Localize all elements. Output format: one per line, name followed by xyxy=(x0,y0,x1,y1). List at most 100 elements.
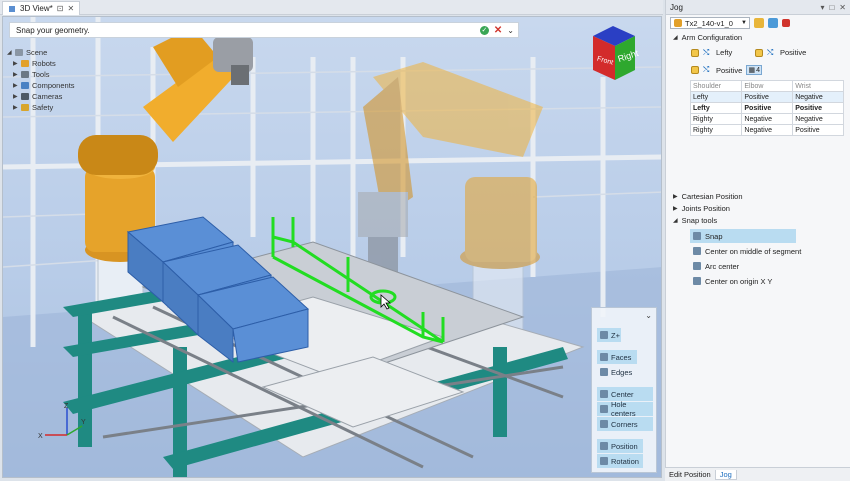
lock-icon[interactable] xyxy=(691,48,699,57)
cancel-icon[interactable]: ✕ xyxy=(494,25,502,35)
snap-tools-label: Snap tools xyxy=(681,216,718,225)
hole-centers-label: Hole centers xyxy=(610,400,636,418)
faces-icon xyxy=(600,353,608,361)
expand-arrow-icon[interactable]: ◢ xyxy=(673,34,678,41)
tree-item-cameras[interactable]: ▶ Cameras xyxy=(7,91,75,102)
delete-icon[interactable] xyxy=(782,19,790,27)
tool-icon xyxy=(21,71,29,78)
cube-icon xyxy=(9,5,15,12)
tree-item-components[interactable]: ▶ Components xyxy=(7,80,75,91)
tree-item-robots[interactable]: ▶ Robots xyxy=(7,58,75,69)
joints-position-header[interactable]: ▶ Joints Position xyxy=(673,204,730,213)
axis-z-plus-label: Z+ xyxy=(611,330,620,340)
confirm-icon[interactable]: ✓ xyxy=(479,25,489,35)
snap-tool-label: Center on middle of segment xyxy=(705,246,802,256)
flip-icon[interactable]: ⤭ xyxy=(703,48,712,57)
joints-position-label: Joints Position xyxy=(681,204,730,213)
snap-tools-header[interactable]: ◢ Snap tools xyxy=(673,216,717,225)
expand-arrow-icon[interactable]: ▶ xyxy=(13,82,21,89)
expand-arrow-icon[interactable]: ▶ xyxy=(13,60,21,67)
expand-arrow-icon[interactable]: ▶ xyxy=(13,93,21,100)
expand-arrow-icon[interactable]: ◢ xyxy=(7,49,15,56)
tab-edit-position[interactable]: Edit Position xyxy=(665,470,715,479)
axis-z-plus-button[interactable]: Z+ xyxy=(597,328,621,342)
3d-viewport[interactable]: Snap your geometry. ✓ ✕ ⌄ ◢ Scene ▶ Robo… xyxy=(2,16,662,478)
table-cell: Negative xyxy=(792,113,844,125)
snap-palette: ⌄ Z+ Faces Edges Center Hole centers Cor… xyxy=(591,307,657,473)
pin-icon[interactable]: ⊡ xyxy=(57,4,64,13)
expand-arrow-icon[interactable]: ▶ xyxy=(13,71,21,78)
scene-tree: ◢ Scene ▶ Robots ▶ Tools ▶ Components ▶ … xyxy=(7,47,75,113)
faces-button[interactable]: Faces xyxy=(597,350,637,364)
edges-button[interactable]: Edges xyxy=(597,365,637,379)
cartesian-position-header[interactable]: ▶ Cartesian Position xyxy=(673,192,743,201)
dropdown-icon[interactable]: ▾ xyxy=(820,3,824,12)
scene-render xyxy=(3,17,661,477)
position-label: Position xyxy=(611,441,638,451)
lock-icon[interactable] xyxy=(755,48,763,57)
corners-button[interactable]: Corners xyxy=(597,417,653,431)
expand-arrow-icon[interactable]: ▶ xyxy=(673,205,678,212)
expand-arrow-icon[interactable]: ▶ xyxy=(673,193,678,200)
robot-select[interactable]: Tx2_140-v1_0 ▼ xyxy=(670,17,750,29)
lock-icon[interactable] xyxy=(691,66,699,74)
snap-tool-label: Arc center xyxy=(705,261,740,271)
tree-item-label: Safety xyxy=(32,103,54,112)
snap-tool-center-origin-xy[interactable]: Center on origin X Y xyxy=(690,274,840,288)
table-cell: Lefty xyxy=(689,102,743,114)
close-icon[interactable]: ✕ xyxy=(67,4,74,13)
wrist-config[interactable]: ⤭ Positive ▦ 4 xyxy=(691,65,763,75)
tree-item-scene[interactable]: ◢ Scene xyxy=(7,47,75,58)
hand-tool-icon[interactable] xyxy=(754,18,764,28)
snap-tool-center-middle-segment[interactable]: Center on middle of segment xyxy=(690,244,840,258)
tree-item-label: Components xyxy=(32,81,75,90)
chevron-down-icon[interactable]: ⌄ xyxy=(507,26,514,35)
tree-item-label: Robots xyxy=(32,59,56,68)
table-row[interactable]: Lefty Positive Positive xyxy=(689,102,844,114)
navigation-cube[interactable]: Front Right xyxy=(585,24,641,84)
shoulder-config[interactable]: ⤭ Lefty xyxy=(691,48,732,57)
tree-item-tools[interactable]: ▶ Tools xyxy=(7,69,75,80)
tree-item-label: Scene xyxy=(26,48,48,57)
maximize-icon[interactable]: □ xyxy=(829,3,834,12)
tab-3d-view-label: 3D View* xyxy=(20,4,53,13)
hint-bar: Snap your geometry. ✓ ✕ ⌄ xyxy=(9,22,519,38)
chevron-down-icon: ▼ xyxy=(741,20,747,26)
table-cell: Positive xyxy=(792,124,844,136)
collapse-chevron-icon[interactable]: ⌄ xyxy=(645,311,652,320)
component-icon xyxy=(21,82,29,89)
tab-jog[interactable]: Jog xyxy=(714,469,737,480)
snap-tool-snap[interactable]: Snap xyxy=(690,229,796,243)
tab-3d-view[interactable]: 3D View* ⊡ ✕ xyxy=(2,1,81,15)
table-row[interactable]: Righty Negative Negative xyxy=(689,113,844,125)
corners-label: Corners xyxy=(611,419,638,429)
robot-icon xyxy=(674,19,682,27)
segment-center-icon xyxy=(693,247,701,255)
solutions-button[interactable]: ▦ 4 xyxy=(746,65,763,75)
center-label: Center xyxy=(611,389,634,399)
edges-icon xyxy=(600,368,608,376)
elbow-config[interactable]: ⤭ Positive xyxy=(755,48,806,57)
center-button[interactable]: Center xyxy=(597,387,653,401)
solutions-count: 4 xyxy=(756,66,761,74)
flip-icon[interactable]: ⤭ xyxy=(703,66,712,74)
expand-arrow-icon[interactable]: ◢ xyxy=(673,217,678,224)
table-cell: Negative xyxy=(792,91,844,103)
close-icon[interactable]: ✕ xyxy=(839,3,846,12)
arm-config-header[interactable]: ◢ Arm Configuration xyxy=(673,33,742,42)
table-row[interactable]: Lefty Positive Negative xyxy=(689,91,844,103)
table-row[interactable]: Righty Negative Positive xyxy=(689,124,844,136)
position-button[interactable]: Position xyxy=(597,439,643,453)
wrist-value: Positive xyxy=(716,65,743,75)
snap-tool-label: Center on origin X Y xyxy=(705,276,773,286)
flip-icon[interactable]: ⤭ xyxy=(767,48,776,57)
axis-triad: X Z Y xyxy=(38,403,86,440)
tree-item-safety[interactable]: ▶ Safety xyxy=(7,102,75,113)
target-tool-icon[interactable] xyxy=(768,18,778,28)
position-icon xyxy=(600,442,608,450)
grid-icon: ▦ xyxy=(748,67,756,74)
rotation-button[interactable]: Rotation xyxy=(597,454,643,468)
snap-tool-arc-center[interactable]: Arc center xyxy=(690,259,796,273)
expand-arrow-icon[interactable]: ▶ xyxy=(13,104,21,111)
hole-centers-button[interactable]: Hole centers xyxy=(597,400,653,418)
